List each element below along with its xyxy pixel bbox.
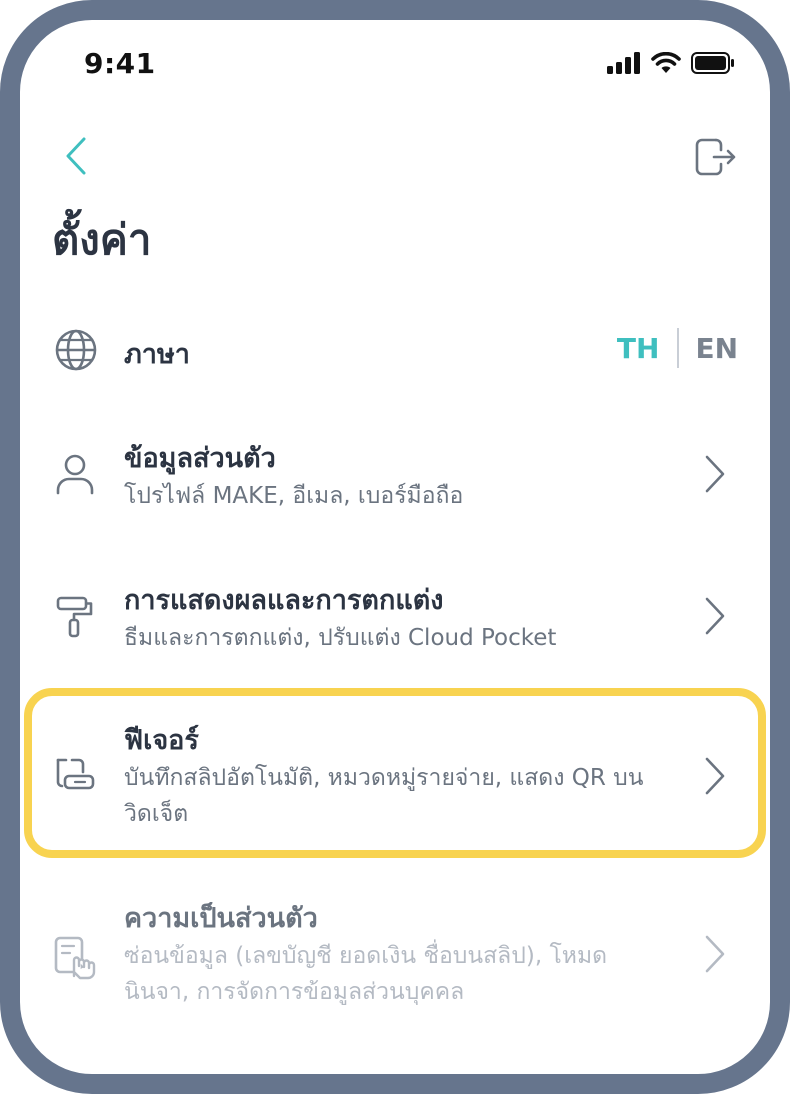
signal-icon (607, 52, 640, 74)
menu-text: ข้อมูลส่วนตัว โปรไฟล์ MAKE, อีเมล, เบอร์… (124, 440, 664, 514)
menu-description: บันทึกสลิปอัตโนมัติ, หมวดหมู่รายจ่าย, แส… (124, 765, 644, 827)
logout-icon (695, 138, 736, 176)
language-label: ภาษา (124, 339, 190, 370)
status-time: 9:41 (84, 47, 156, 80)
menu-description: ซ่อนข้อมูล (เลขบัญชี ยอดเงิน ชื่อบนสลิป)… (124, 943, 608, 1005)
language-divider (677, 328, 680, 368)
chevron-right-icon (705, 597, 725, 635)
back-button[interactable] (62, 136, 96, 176)
menu-item-personal-info[interactable]: ข้อมูลส่วนตัว โปรไฟล์ MAKE, อีเมล, เบอร์… (52, 440, 742, 520)
menu-text: ความเป็นส่วนตัว ซ่อนข้อมูล (เลขบัญชี ยอด… (124, 900, 664, 1010)
menu-description: ธีมและการตกแต่ง, ปรับแต่ง Cloud Pocket (124, 625, 557, 651)
chevron-right-icon (705, 455, 725, 493)
menu-title: ฟีเจอร์ (124, 725, 199, 756)
features-icon (56, 758, 95, 790)
menu-item-features[interactable]: ฟีเจอร์ บันทึกสลิปอัตโนมัติ, หมวดหมู่ราย… (52, 722, 742, 832)
menu-title: การแสดงผลและการตกแต่ง (124, 585, 444, 616)
user-icon (56, 454, 94, 495)
wifi-icon (651, 52, 681, 73)
page-title: ตั้งค่า (52, 215, 152, 264)
globe-icon (55, 329, 97, 371)
paint-roller-icon (56, 596, 93, 638)
language-option-en[interactable]: EN (695, 332, 738, 365)
chevron-right-icon (705, 757, 725, 795)
menu-item-privacy: ความเป็นส่วนตัว ซ่อนข้อมูล (เลขบัญชี ยอด… (52, 900, 742, 1010)
language-switch: TH EN (617, 326, 738, 370)
menu-title: ข้อมูลส่วนตัว (124, 443, 276, 474)
privacy-hand-icon (54, 936, 96, 980)
exit-button[interactable] (690, 134, 738, 180)
menu-item-display[interactable]: การแสดงผลและการตกแต่ง ธีมและการตกแต่ง, ป… (52, 582, 742, 662)
chevron-left-icon (66, 137, 86, 175)
menu-title: ความเป็นส่วนตัว (124, 903, 318, 934)
menu-text: การแสดงผลและการตกแต่ง ธีมและการตกแต่ง, ป… (124, 582, 664, 656)
battery-icon (691, 52, 734, 74)
language-row: ภาษา TH EN (52, 320, 742, 380)
language-option-th[interactable]: TH (617, 332, 660, 365)
status-icons (607, 52, 735, 74)
menu-text: ฟีเจอร์ บันทึกสลิปอัตโนมัติ, หมวดหมู่ราย… (124, 722, 664, 832)
menu-description: โปรไฟล์ MAKE, อีเมล, เบอร์มือถือ (124, 483, 464, 509)
chevron-right-icon (705, 935, 725, 973)
